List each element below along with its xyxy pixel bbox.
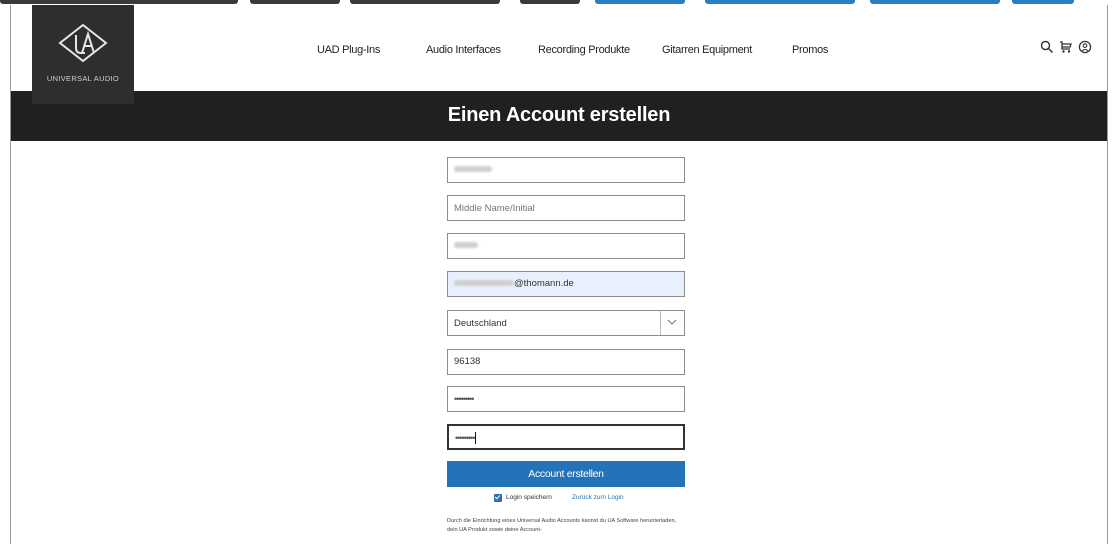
nav-item-audio-interfaces[interactable]: Audio Interfaces	[426, 44, 501, 56]
remember-login-label: Login speichern	[506, 494, 552, 501]
nav-item-promos[interactable]: Promos	[792, 44, 828, 56]
nav-item-uad-plugins[interactable]: UAD Plug-Ins	[317, 44, 380, 56]
email-field[interactable]: @thomann.de	[447, 271, 685, 297]
ua-logo[interactable]: UNIVERSAL AUDIO	[32, 5, 134, 104]
postal-code-field[interactable]: 96138	[447, 349, 685, 375]
main-nav: UAD Plug-Ins Audio Interfaces Recording …	[11, 5, 1107, 91]
page-title: Einen Account erstellen	[447, 104, 671, 126]
legal-notice: Durch die Einrichtung eines Universal Au…	[447, 518, 677, 533]
page-title-banner: Einen Account erstellen	[11, 91, 1107, 141]
middle-name-field[interactable]	[447, 195, 685, 221]
ua-logo-icon	[58, 23, 108, 63]
country-select[interactable]: Deutschland	[447, 310, 685, 336]
password-field[interactable]: •••••••••	[447, 386, 685, 412]
create-account-button[interactable]: Account erstellen	[447, 461, 685, 487]
redacted-value	[454, 166, 492, 173]
back-to-login-link[interactable]: Zurück zum Login	[572, 494, 624, 501]
password-mask: •••••••••	[454, 394, 474, 404]
site-header: UNIVERSAL AUDIO UAD Plug-Ins Audio Inter…	[11, 5, 1107, 104]
first-name-field[interactable]	[447, 157, 685, 183]
postal-code-value: 96138	[454, 356, 481, 367]
cart-icon[interactable]	[1059, 40, 1073, 54]
redacted-value	[454, 280, 514, 287]
confirm-password-field[interactable]: •••••••••	[447, 424, 685, 450]
country-value: Deutschland	[454, 318, 507, 329]
redacted-value	[454, 242, 478, 249]
account-icon[interactable]	[1078, 40, 1092, 54]
remember-login-checkbox[interactable]	[494, 494, 502, 502]
last-name-field[interactable]	[447, 233, 685, 259]
frame-right-border	[1107, 5, 1108, 544]
confirm-password-mask: •••••••••	[455, 433, 475, 443]
nav-item-recording-produkte[interactable]: Recording Produkte	[538, 44, 630, 56]
nav-item-gitarren-equipment[interactable]: Gitarren Equipment	[662, 44, 752, 56]
chevron-down-icon	[667, 315, 677, 332]
search-icon[interactable]	[1040, 40, 1054, 54]
text-caret	[475, 432, 477, 445]
ua-wordmark: UNIVERSAL AUDIO	[46, 74, 120, 83]
select-divider	[660, 311, 661, 335]
email-suffix: @thomann.de	[514, 278, 574, 289]
